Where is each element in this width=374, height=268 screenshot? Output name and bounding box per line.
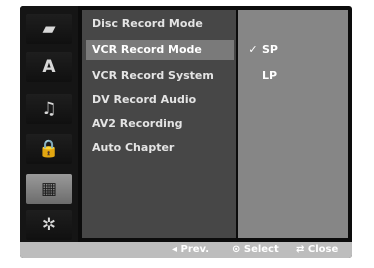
checkmark-icon: ✓ [248,43,258,56]
option-lp[interactable]: LP [242,66,346,86]
sidebar-item-lock[interactable]: 🔒 [26,134,72,164]
sidebar-item-recording[interactable]: ▦ [26,174,72,204]
setup-menu: ▰ A ♫ 🔒 ▦ ✲ Disc Record Mode VCR Record … [20,6,352,258]
tv-screen: ▰ A ♫ 🔒 ▦ ✲ Disc Record Mode VCR Record … [0,0,374,268]
sidebar-item-others[interactable]: ✲ [26,210,72,240]
menu-item-av2-recording[interactable]: AV2 Recording [86,114,234,134]
option-sp[interactable]: ✓ SP [242,40,346,60]
language-icon: A [42,56,56,77]
prev-hint: ◂ Prev. [172,244,210,255]
menu-item-auto-chapter[interactable]: Auto Chapter [86,138,234,158]
option-label: LP [262,69,278,82]
lock-icon: 🔒 [38,138,60,159]
category-sidebar: ▰ A ♫ 🔒 ▦ ✲ [20,6,78,242]
select-hint: ⊙ Select [232,244,279,255]
sidebar-item-language[interactable]: A [26,52,72,82]
options-panel: ✓ SP LP [238,10,348,238]
menu-item-vcr-record-mode[interactable]: VCR Record Mode [86,40,234,60]
option-label: SP [262,43,278,56]
menu-item-disc-record-mode[interactable]: Disc Record Mode [86,14,234,34]
settings-menu: Disc Record Mode VCR Record Mode VCR Rec… [82,10,236,238]
audio-icon: ♫ [41,98,57,119]
menu-item-vcr-record-system[interactable]: VCR Record System [86,66,234,86]
others-icon: ✲ [41,214,57,235]
sidebar-item-audio[interactable]: ♫ [26,94,72,124]
hint-bar: ◂ Prev. ⊙ Select ⇄ Close [20,242,352,258]
close-hint: ⇄ Close [296,244,339,255]
menu-item-dv-record-audio[interactable]: DV Record Audio [86,90,234,110]
disc-icon: ▰ [42,18,56,39]
sidebar-item-disc[interactable]: ▰ [26,14,72,44]
recording-icon: ▦ [40,178,58,199]
